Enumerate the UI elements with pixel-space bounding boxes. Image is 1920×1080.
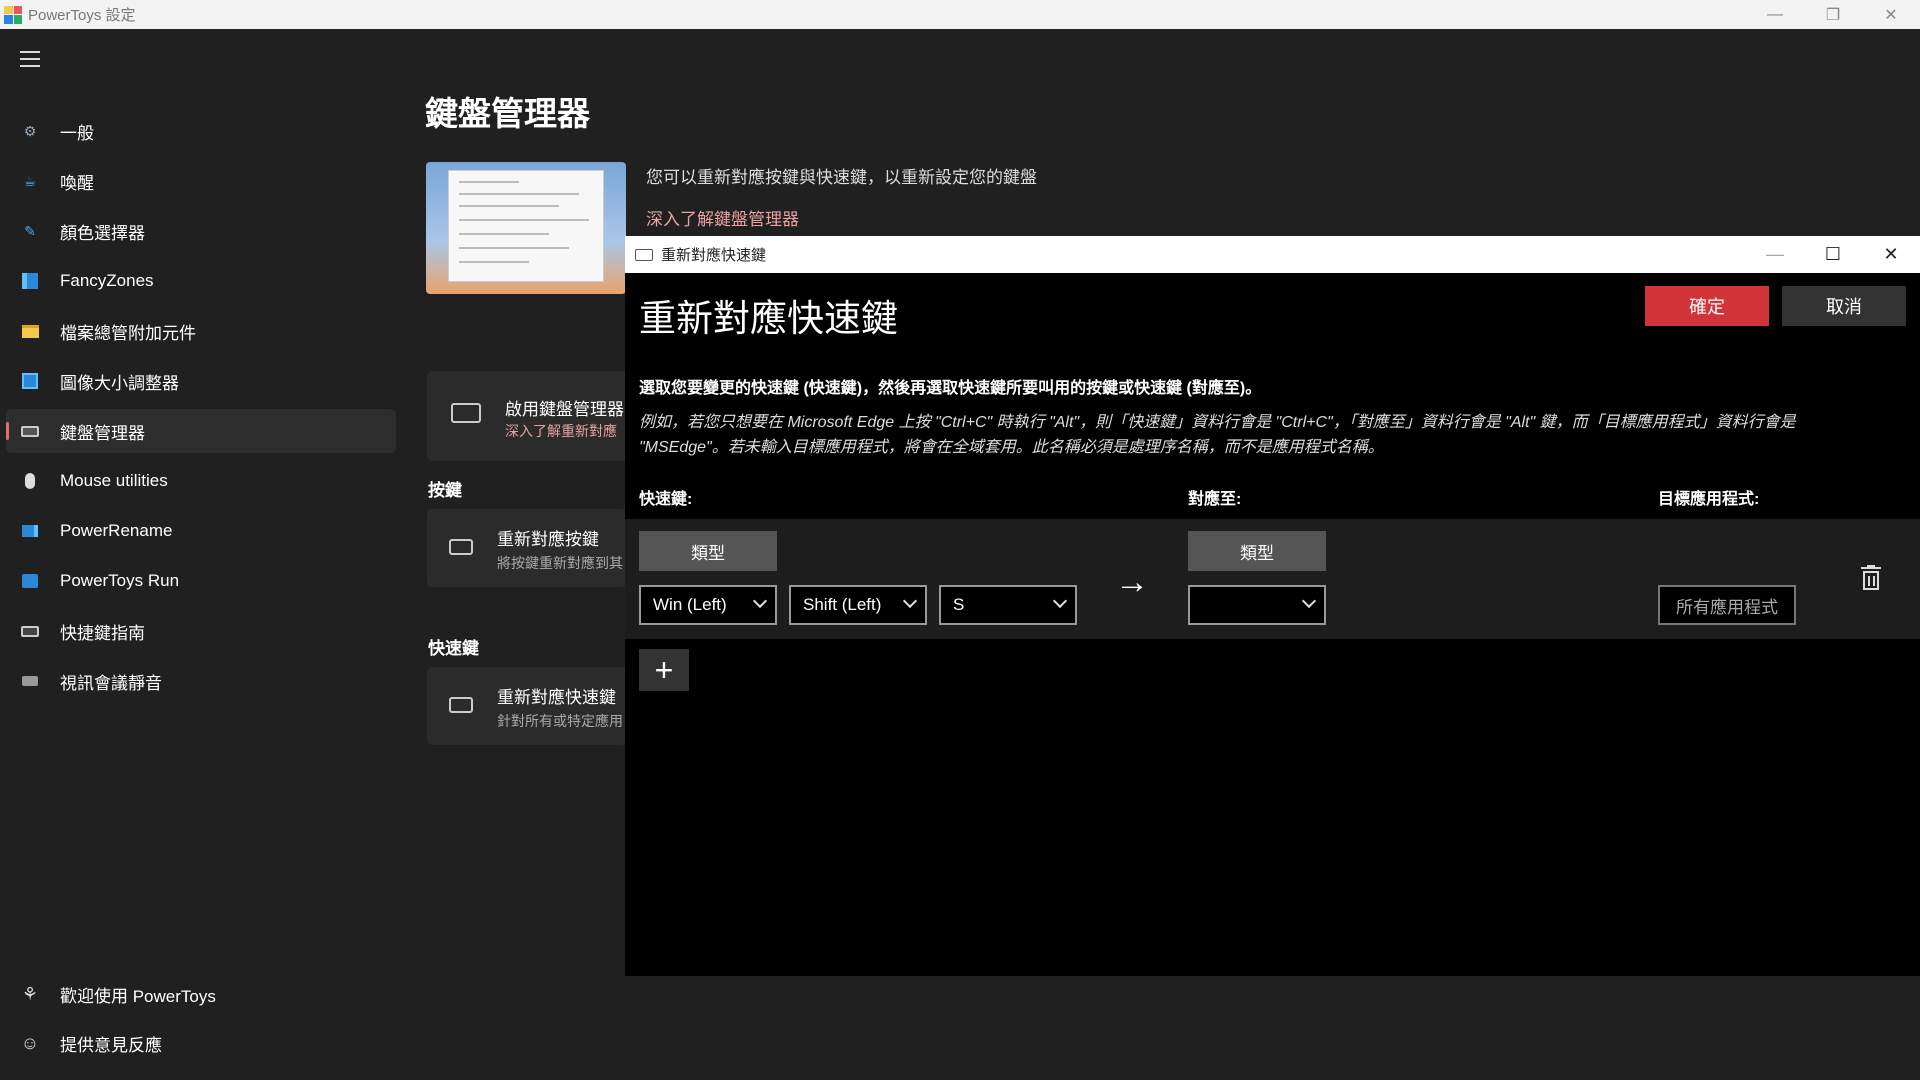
keyboard-manager-preview-image: [426, 162, 626, 294]
folder-icon: [20, 321, 40, 341]
sidebar-item-mouse-utilities[interactable]: Mouse utilities: [6, 459, 396, 503]
sidebar-item-fancyzones[interactable]: FancyZones: [6, 259, 396, 303]
example-line-1: 例如，若您只想要在 Microsoft Edge 上按 "Ctrl+C" 時執行…: [639, 414, 1796, 431]
hamburger-menu-icon[interactable]: [20, 51, 40, 72]
camera-icon: [20, 671, 40, 691]
page-description: 您可以重新對應按鍵與快速鍵，以重新設定您的鍵盤: [646, 168, 1037, 187]
window-titlebar: PowerToys 設定 — ❐ ✕: [0, 0, 1920, 29]
sidebar-item-powerrename[interactable]: PowerRename: [6, 509, 396, 553]
learn-more-link[interactable]: 深入了解鍵盤管理器: [646, 205, 799, 230]
shortcut-guide-icon: [20, 621, 40, 641]
keyboard-icon: [449, 697, 473, 713]
shortcut-key-3-dropdown[interactable]: S: [939, 585, 1077, 625]
chevron-down-icon: [1052, 593, 1068, 609]
remap-keys-subtitle: 將按鍵重新對應到其: [497, 555, 623, 571]
sidebar-item-powertoys-run[interactable]: PowerToys Run: [6, 559, 396, 603]
remap-shortcuts-card[interactable]: 重新對應快速鍵 針對所有或特定應用: [427, 667, 627, 745]
sidebar-item-keyboard-manager[interactable]: 鍵盤管理器: [6, 409, 396, 453]
chevron-down-icon: [902, 593, 918, 609]
shortcut-key-1-value: Win (Left): [653, 595, 727, 614]
minimize-button[interactable]: —: [1746, 0, 1804, 29]
shortcut-type-button[interactable]: 類型: [639, 531, 777, 571]
gear-icon: ⚙: [23, 122, 37, 139]
enable-keyboard-manager-card[interactable]: 啟用鍵盤管理器 深入了解重新對應: [427, 371, 627, 461]
powertoys-logo-icon: [4, 5, 22, 24]
delete-row-icon[interactable]: [1861, 565, 1881, 591]
chevron-down-icon: [1301, 593, 1317, 609]
example-line-2: "MSEdge"。若未輸入目標應用程式，將會在全域套用。此名稱必須是處理序名稱，…: [639, 439, 1384, 456]
column-header-shortcut: 快速鍵:: [639, 491, 693, 508]
shortcut-key-3-value: S: [953, 595, 965, 614]
sidebar-item-image-resizer[interactable]: 圖像大小調整器: [6, 359, 396, 403]
enable-card-subtitle[interactable]: 深入了解重新對應: [505, 421, 617, 441]
shortcuts-section-heading: 快速鍵: [428, 639, 479, 658]
remap-keys-card[interactable]: 重新對應按鍵 將按鍵重新對應到其: [427, 509, 627, 587]
map-to-type-button[interactable]: 類型: [1188, 531, 1326, 571]
remap-shortcuts-title: 重新對應快速鍵: [497, 688, 616, 707]
dialog-close-button[interactable]: ✕: [1862, 236, 1920, 273]
run-icon: [20, 571, 40, 591]
dialog-maximize-button[interactable]: ☐: [1804, 236, 1862, 273]
image-resizer-icon: [20, 371, 40, 391]
sidebar-item-file-explorer[interactable]: 檔案總管附加元件: [6, 309, 396, 353]
feedback-link[interactable]: ☺ 提供意見反應: [20, 1031, 162, 1056]
close-button[interactable]: ✕: [1862, 0, 1920, 29]
remap-row: 類型 Win (Left) Shift (Left) S → 類型 所有應用程式: [625, 519, 1920, 639]
sidebar-item-general[interactable]: ⚙ 一般: [6, 109, 396, 153]
target-app-input[interactable]: 所有應用程式: [1658, 585, 1796, 625]
enable-card-title: 啟用鍵盤管理器: [505, 400, 624, 419]
column-header-map-to: 對應至:: [1188, 491, 1242, 508]
welcome-link[interactable]: ⚘ 歡迎使用 PowerToys: [20, 982, 216, 1007]
map-to-key-dropdown[interactable]: [1188, 585, 1326, 625]
shortcut-key-2-dropdown[interactable]: Shift (Left): [789, 585, 927, 625]
add-shortcut-button[interactable]: +: [639, 649, 689, 691]
chevron-down-icon: [752, 593, 768, 609]
coffee-cup-icon: ☕: [23, 172, 37, 189]
sidebar-item-video-conference[interactable]: 視訊會議靜音: [6, 659, 396, 703]
restore-button[interactable]: ❐: [1804, 0, 1862, 29]
ok-button[interactable]: 確定: [1645, 286, 1769, 326]
dialog-titlebar: 重新對應快速鍵 — ☐ ✕: [625, 236, 1920, 273]
keyboard-icon: [449, 539, 473, 555]
sidebar: ⚙ 一般 ☕ 喚醒 ✎ 顏色選擇器 FancyZones 檔案總管附加元件 圖像…: [0, 29, 400, 1080]
cancel-button[interactable]: 取消: [1782, 286, 1906, 326]
dialog-example: 例如，若您只想要在 Microsoft Edge 上按 "Ctrl+C" 時執行…: [639, 410, 1909, 460]
dialog-instruction: 選取您要變更的快速鍵 (快速鍵)，然後再選取快速鍵所要叫用的按鍵或快速鍵 (對應…: [639, 380, 1262, 397]
sidebar-item-shortcut-guide[interactable]: 快捷鍵指南: [6, 609, 396, 653]
keyboard-icon: [635, 248, 653, 261]
window-title: PowerToys 設定: [28, 7, 136, 24]
welcome-icon: ⚘: [21, 984, 39, 1004]
mouse-icon: [20, 471, 40, 491]
arrow-right-icon: →: [1115, 563, 1149, 601]
shortcut-key-1-dropdown[interactable]: Win (Left): [639, 585, 777, 625]
shortcut-key-2-value: Shift (Left): [803, 595, 882, 614]
page-title: 鍵盤管理器: [425, 95, 590, 132]
dialog-heading: 重新對應快速鍵: [639, 298, 898, 339]
dialog-window-title: 重新對應快速鍵: [661, 247, 767, 264]
color-picker-icon: ✎: [24, 222, 36, 239]
rename-icon: [20, 521, 40, 541]
sidebar-item-awake[interactable]: ☕ 喚醒: [6, 159, 396, 203]
remap-keys-title: 重新對應按鍵: [497, 530, 599, 549]
fancyzones-icon: [20, 271, 40, 291]
dialog-minimize-button[interactable]: —: [1746, 236, 1804, 273]
feedback-icon: ☺: [20, 1033, 40, 1053]
sidebar-item-color-picker[interactable]: ✎ 顏色選擇器: [6, 209, 396, 253]
remap-shortcuts-dialog: 重新對應快速鍵 — ☐ ✕ 重新對應快速鍵 確定 取消 選取您要變更的快速鍵 (…: [625, 236, 1920, 976]
keyboard-icon: [20, 421, 40, 441]
remap-shortcuts-subtitle: 針對所有或特定應用: [497, 713, 623, 729]
column-header-target-app: 目標應用程式:: [1658, 491, 1760, 508]
keyboard-icon: [451, 403, 481, 423]
keys-section-heading: 按鍵: [428, 481, 462, 500]
